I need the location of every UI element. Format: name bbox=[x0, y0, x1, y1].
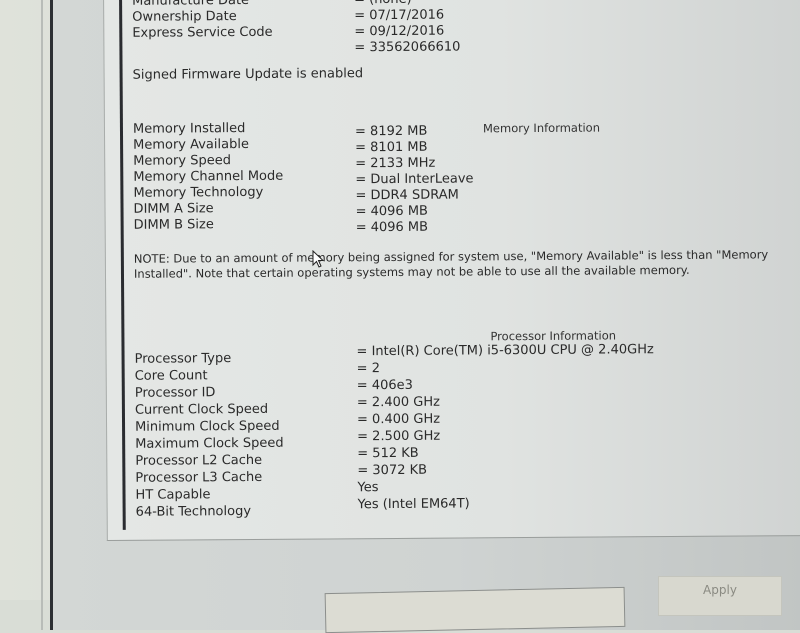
dimm-b-size-label: DIMM B Size bbox=[133, 217, 214, 233]
memory-section-title: Memory Information bbox=[482, 120, 601, 136]
express-service-code-label: Express Service Code bbox=[132, 24, 273, 41]
memory-available-value: = 8101 MB bbox=[355, 139, 428, 156]
l2-cache-value: = 512 KB bbox=[357, 445, 419, 462]
dialog-button[interactable] bbox=[324, 586, 626, 633]
memory-installed-label: Memory Installed bbox=[132, 121, 246, 137]
memory-available-label: Memory Available bbox=[133, 136, 249, 153]
memory-channel-mode-value: = Dual InterLeave bbox=[355, 171, 474, 188]
ht-capable-value: Yes bbox=[357, 480, 379, 496]
maximum-clock-speed-value: = 2.500 GHz bbox=[357, 428, 441, 445]
core-count-label: Core Count bbox=[134, 368, 208, 384]
memory-installed-value: = 8192 MB bbox=[354, 123, 428, 140]
apply-button[interactable]: Apply bbox=[658, 576, 782, 616]
manufacture-date-value: = (none) bbox=[354, 0, 412, 7]
core-count-value: = 2 bbox=[356, 361, 380, 377]
64-bit-technology-value: Yes (Intel EM64T) bbox=[357, 496, 470, 513]
l2-cache-label: Processor L2 Cache bbox=[135, 452, 263, 469]
processor-id-value: = 406e3 bbox=[356, 377, 413, 394]
ownership-date-label: Ownership Date bbox=[132, 9, 237, 25]
processor-id-label: Processor ID bbox=[134, 385, 216, 401]
dimm-a-size-value: = 4096 MB bbox=[355, 203, 428, 220]
minimum-clock-speed-value: = 0.400 GHz bbox=[356, 411, 441, 428]
memory-technology-value: = DDR4 SDRAM bbox=[355, 187, 459, 204]
processor-section-title: Processor Information bbox=[490, 328, 617, 344]
firmware-status: Signed Firmware Update is enabled bbox=[132, 66, 364, 83]
express-service-code-date: = 09/12/2016 bbox=[354, 23, 445, 40]
memory-note: NOTE: Due to an amount of memory being a… bbox=[133, 247, 769, 281]
minimum-clock-speed-label: Minimum Clock Speed bbox=[135, 418, 280, 435]
maximum-clock-speed-label: Maximum Clock Speed bbox=[135, 435, 284, 452]
manufacture-date-label: Manufacture Date bbox=[132, 0, 250, 9]
l3-cache-label: Processor L3 Cache bbox=[135, 469, 263, 486]
memory-speed-value: = 2133 MHz bbox=[355, 155, 436, 172]
ownership-date-value: = 07/17/2016 bbox=[354, 7, 445, 24]
memory-channel-mode-label: Memory Channel Mode bbox=[133, 168, 284, 185]
memory-speed-label: Memory Speed bbox=[133, 153, 232, 169]
64-bit-technology-label: 64-Bit Technology bbox=[135, 503, 252, 520]
processor-type-value: = Intel(R) Core(TM) i5-6300U CPU @ 2.40G… bbox=[356, 342, 654, 360]
ht-capable-label: HT Capable bbox=[135, 487, 211, 503]
express-service-code-value: = 33562066610 bbox=[354, 39, 461, 56]
dimm-a-size-label: DIMM A Size bbox=[133, 201, 214, 217]
current-clock-speed-label: Current Clock Speed bbox=[134, 401, 269, 418]
current-clock-speed-value: = 2.400 GHz bbox=[356, 394, 440, 411]
system-information-panel: Manufacture Date = (none) Ownership Date… bbox=[103, 0, 800, 541]
info-content[interactable]: Manufacture Date = (none) Ownership Date… bbox=[118, 0, 800, 530]
dimm-b-size-value: = 4096 MB bbox=[355, 219, 429, 236]
processor-type-label: Processor Type bbox=[134, 351, 232, 367]
memory-technology-label: Memory Technology bbox=[133, 184, 264, 201]
l3-cache-value: = 3072 KB bbox=[357, 462, 428, 479]
